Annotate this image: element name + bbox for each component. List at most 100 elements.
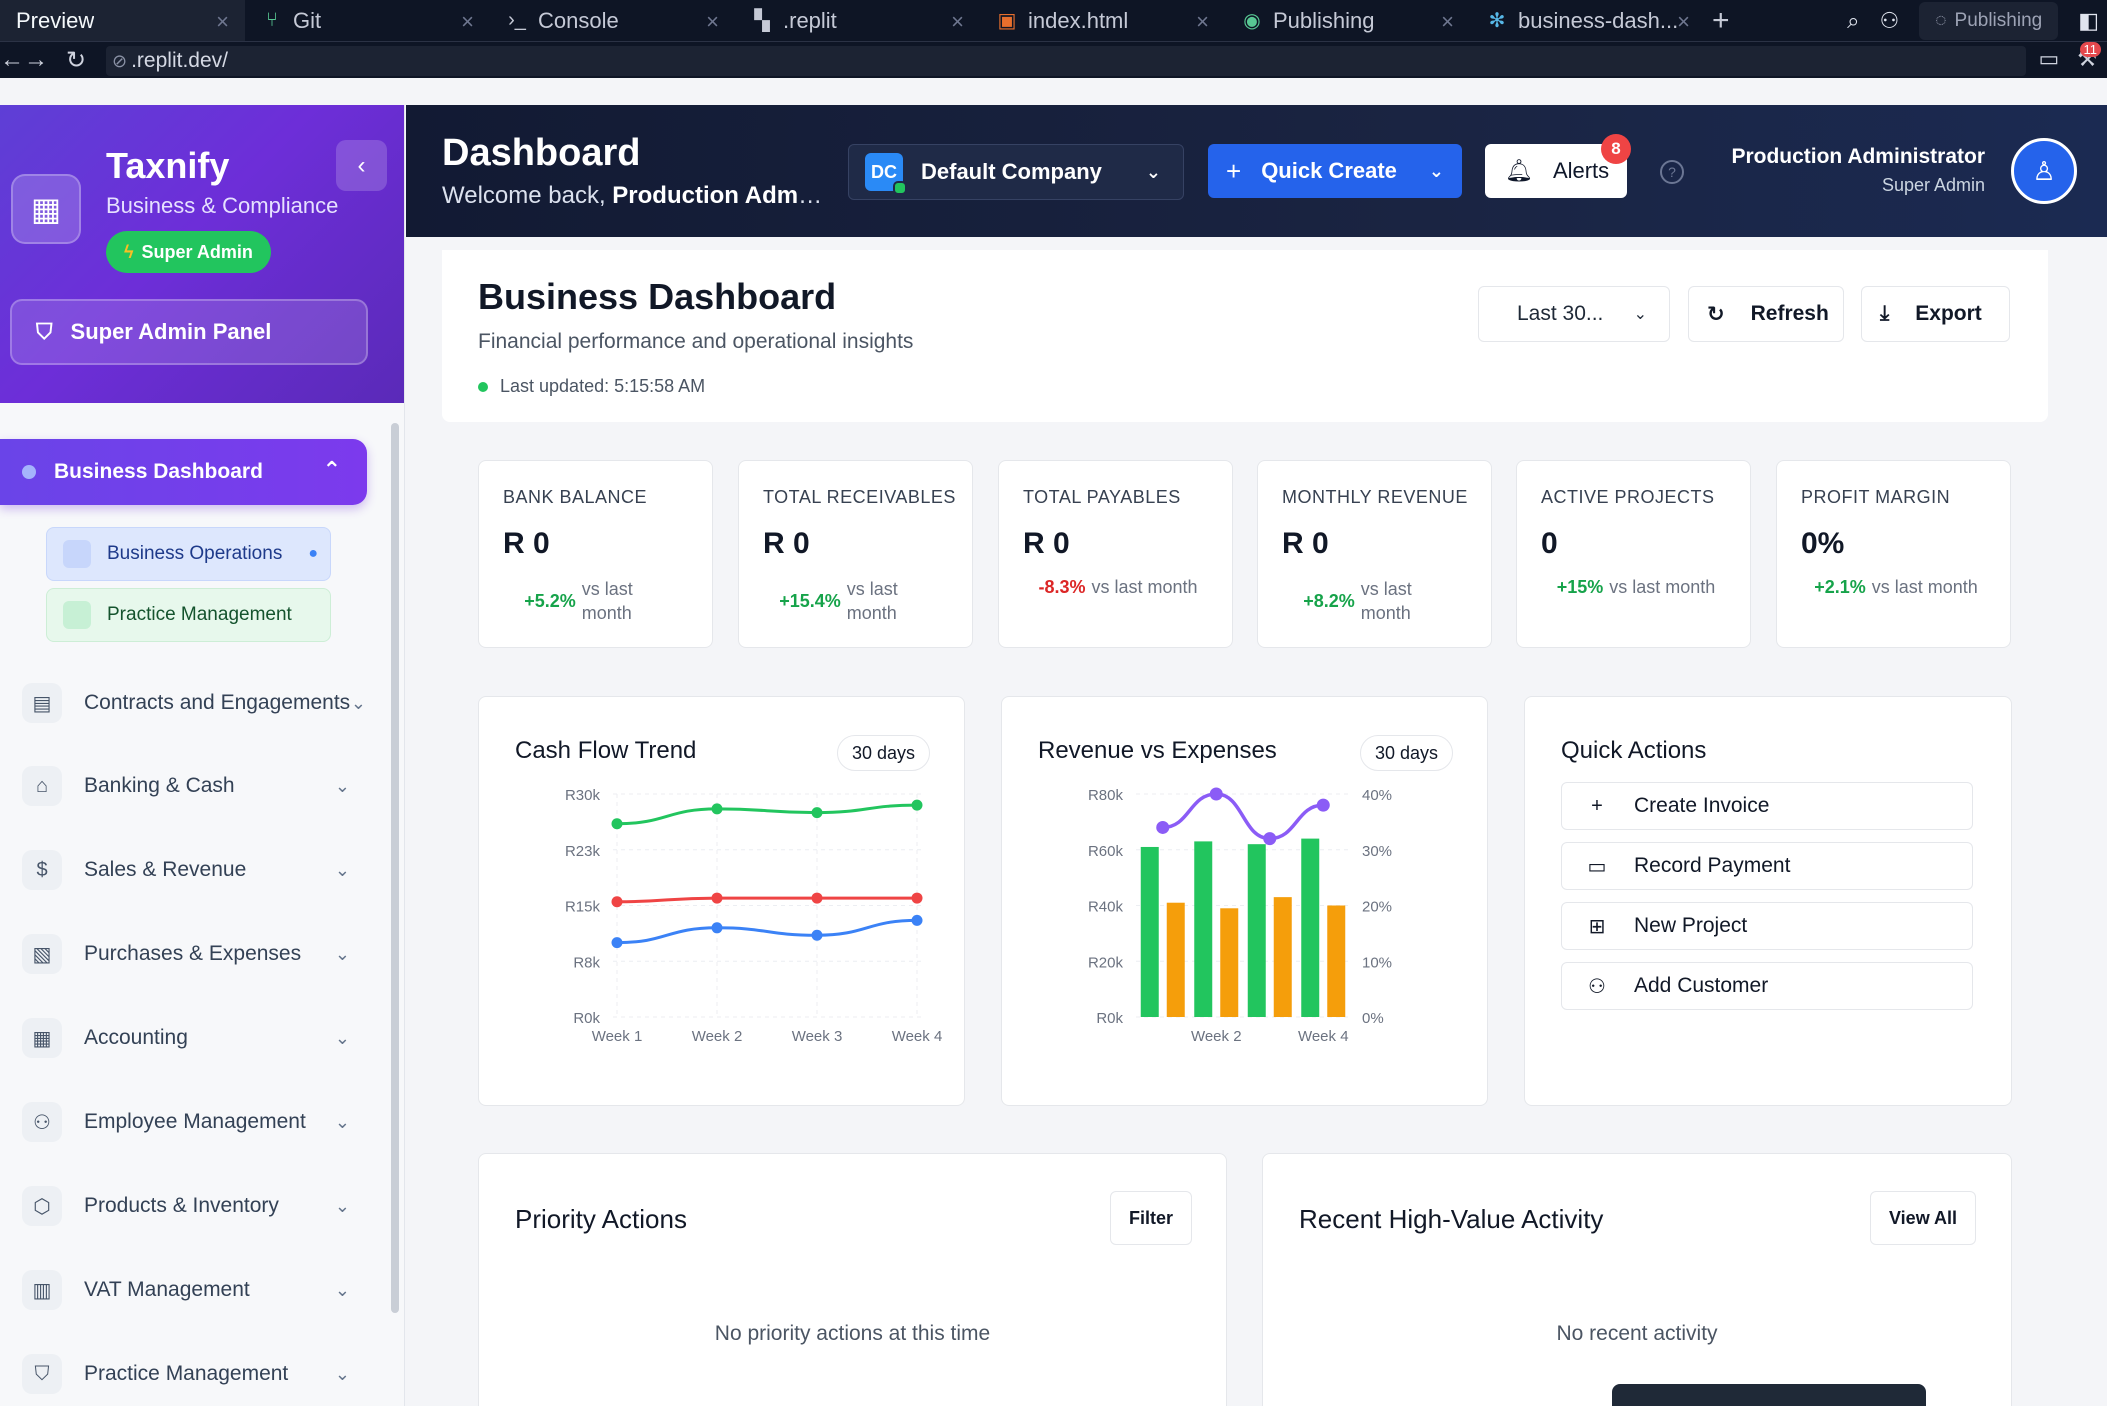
- tab-business-dash[interactable]: ✻ business-dash... ×: [1470, 0, 1700, 41]
- tab-console[interactable]: ›_ Console ×: [490, 0, 735, 41]
- record-payment-button[interactable]: ▭ Record Payment: [1561, 842, 1973, 890]
- console-icon: ›_: [508, 9, 526, 31]
- kpi-change-note: vs last month: [1871, 577, 1978, 597]
- kpi-label: TOTAL PAYABLES: [1023, 487, 1181, 507]
- sidebar-item-products[interactable]: ⬡ Products & Inventory ⌄: [22, 1181, 362, 1231]
- sidebar-item-practice[interactable]: ⛉ Practice Management ⌄: [22, 1349, 362, 1399]
- view-all-button[interactable]: View All: [1870, 1191, 1977, 1245]
- new-tab-icon[interactable]: +: [1712, 4, 1730, 38]
- help-icon[interactable]: ?: [1660, 160, 1684, 184]
- sidebar-item-business-dashboard[interactable]: Business Dashboard ⌃: [0, 439, 367, 505]
- refresh-button[interactable]: ↻ Refresh: [1688, 286, 1844, 342]
- y-tick-label: R0k: [573, 1010, 600, 1027]
- quick-create-button[interactable]: + Quick Create ⌄: [1208, 144, 1462, 198]
- alerts-button[interactable]: 🔔︎ Alerts 8: [1485, 134, 1631, 198]
- active-dot-icon: ●: [308, 545, 318, 562]
- sidebar: ▦ Taxnify Business & Compliance ϟ Super …: [0, 105, 405, 1406]
- close-icon[interactable]: ×: [461, 9, 474, 35]
- sidebar-item-label: Sales & Revenue: [84, 858, 247, 881]
- sidebar-item-label: Banking & Cash: [84, 774, 235, 797]
- date-range-select[interactable]: Last 30... ⌄: [1478, 286, 1670, 342]
- priority-actions-card: Priority Actions Filter No priority acti…: [478, 1153, 1227, 1406]
- series-line: [616, 803, 918, 826]
- chevron-down-icon: ⌄: [1428, 160, 1444, 181]
- spinner-icon: ◌: [1935, 9, 1947, 31]
- kpi-card-total-receivables: TOTAL RECEIVABLES R 0 +15.4% vs last mon…: [738, 460, 973, 648]
- chevron-down-icon: ⌄: [1145, 161, 1161, 182]
- kpi-change: +15.4% vs last month: [763, 577, 953, 625]
- sidebar-item-contracts[interactable]: ▤ Contracts and Engagements ⌄: [22, 678, 366, 728]
- super-admin-panel-label: Super Admin Panel: [70, 319, 272, 344]
- collapse-sidebar-button[interactable]: ‹: [336, 140, 387, 191]
- link-icon: ⊘: [112, 50, 128, 71]
- chevron-down-icon: ⌄: [334, 1111, 350, 1132]
- tab-label: Publishing: [1273, 7, 1375, 33]
- publishing-status[interactable]: ◌ Publishing: [1919, 1, 2059, 40]
- cashflow-card: Cash Flow Trend 30 days R0k R8k R15k R23k R3…: [478, 696, 965, 1106]
- tools-icon[interactable]: ⚒ 11: [2077, 42, 2101, 72]
- back-icon[interactable]: ←: [0, 46, 24, 74]
- company-selector[interactable]: DC Default Company ⌄: [848, 144, 1184, 200]
- add-customer-button[interactable]: ⚇ Add Customer: [1561, 962, 1973, 1010]
- sidebar-item-accounting[interactable]: ▦ Accounting ⌄: [22, 1013, 362, 1063]
- avatar[interactable]: ♙: [2011, 138, 2077, 204]
- kpi-card-total-payables: TOTAL PAYABLES R 0 -8.3% vs last month: [998, 460, 1233, 648]
- kpi-value: R 0: [1282, 527, 1329, 560]
- reload-icon[interactable]: ↻: [56, 46, 96, 75]
- data-point: [1263, 832, 1277, 846]
- shield-icon: ⛉: [22, 1354, 62, 1394]
- sidebar-item-vat[interactable]: ▥ VAT Management ⌄: [22, 1265, 362, 1315]
- html-icon: ▣: [997, 10, 1017, 32]
- tab-index-html[interactable]: ▣ index.html ×: [980, 0, 1225, 41]
- git-icon: ⑂: [266, 9, 278, 31]
- file-check-icon: ▥: [22, 1270, 62, 1310]
- export-button[interactable]: ⤓ Export: [1861, 286, 2010, 342]
- sidebar-item-sales[interactable]: $ Sales & Revenue ⌄: [22, 845, 362, 895]
- sidebar-item-purchases[interactable]: ▧ Purchases & Expenses ⌄: [22, 929, 362, 979]
- close-icon[interactable]: ×: [1441, 9, 1454, 35]
- data-point: [711, 922, 723, 934]
- kpi-value: R 0: [763, 527, 810, 560]
- kpi-change-pct: +15%: [1556, 577, 1604, 597]
- panel-icon[interactable]: ◧: [2078, 8, 2099, 34]
- quick-action-label: Add Customer: [1634, 974, 1769, 997]
- new-project-button[interactable]: ⊞ New Project: [1561, 902, 1973, 950]
- devices-icon[interactable]: ▭: [2038, 46, 2059, 72]
- close-icon[interactable]: ×: [951, 9, 964, 35]
- data-point: [611, 937, 623, 949]
- tab-replit[interactable]: ▚ .replit ×: [735, 0, 980, 41]
- bell-icon: 🔔︎: [1505, 158, 1533, 183]
- y2-tick-label: 40%: [1362, 787, 1392, 804]
- sidebar-scrollbar[interactable]: [391, 423, 399, 1313]
- welcome-text: Welcome back, Production Admin...: [442, 182, 828, 210]
- activity-empty-state: No recent activity: [1556, 1322, 1718, 1345]
- kpi-change: +5.2% vs last month: [503, 577, 693, 625]
- sidebar-item-employees[interactable]: ⚇ Employee Management ⌄: [22, 1097, 362, 1147]
- url-field[interactable]: ⊘ .replit.dev/: [106, 46, 2026, 76]
- search-icon[interactable]: ⌕: [1847, 8, 1859, 34]
- forward-icon[interactable]: →: [16, 46, 56, 74]
- sidebar-subitem-practice-management[interactable]: Practice Management: [46, 588, 331, 642]
- tab-preview[interactable]: Preview ×: [0, 0, 245, 41]
- welcome-prefix: Welcome back,: [442, 182, 613, 209]
- urlbar-actions: ▭ ⚒ 11: [2038, 42, 2101, 72]
- kpi-label: ACTIVE PROJECTS: [1541, 487, 1715, 507]
- tab-publishing[interactable]: ◉ Publishing ×: [1225, 0, 1470, 41]
- user-plus-icon: ⚇: [1588, 975, 1606, 998]
- close-icon[interactable]: ×: [1677, 9, 1690, 35]
- chevron-down-icon: ⌄: [334, 1363, 350, 1384]
- tab-git[interactable]: ⑂ Git ×: [245, 0, 490, 41]
- create-invoice-button[interactable]: + Create Invoice: [1561, 782, 1973, 830]
- invite-user-icon[interactable]: ⚇: [1880, 8, 1900, 34]
- close-icon[interactable]: ×: [216, 9, 229, 35]
- super-admin-panel-button[interactable]: ⛉ Super Admin Panel: [10, 299, 368, 365]
- app-header: Dashboard Welcome back, Production Admin…: [406, 105, 2107, 237]
- kpi-change-pct: +8.2%: [1303, 590, 1355, 611]
- close-icon[interactable]: ×: [1196, 9, 1209, 35]
- filter-button[interactable]: Filter: [1110, 1191, 1193, 1245]
- sidebar-subitem-business-operations[interactable]: Business Operations ●: [46, 527, 331, 581]
- square-icon: [63, 540, 91, 568]
- close-icon[interactable]: ×: [706, 9, 719, 35]
- sidebar-item-banking[interactable]: ⌂ Banking & Cash ⌄: [22, 761, 362, 811]
- kpi-value: 0%: [1801, 527, 1845, 560]
